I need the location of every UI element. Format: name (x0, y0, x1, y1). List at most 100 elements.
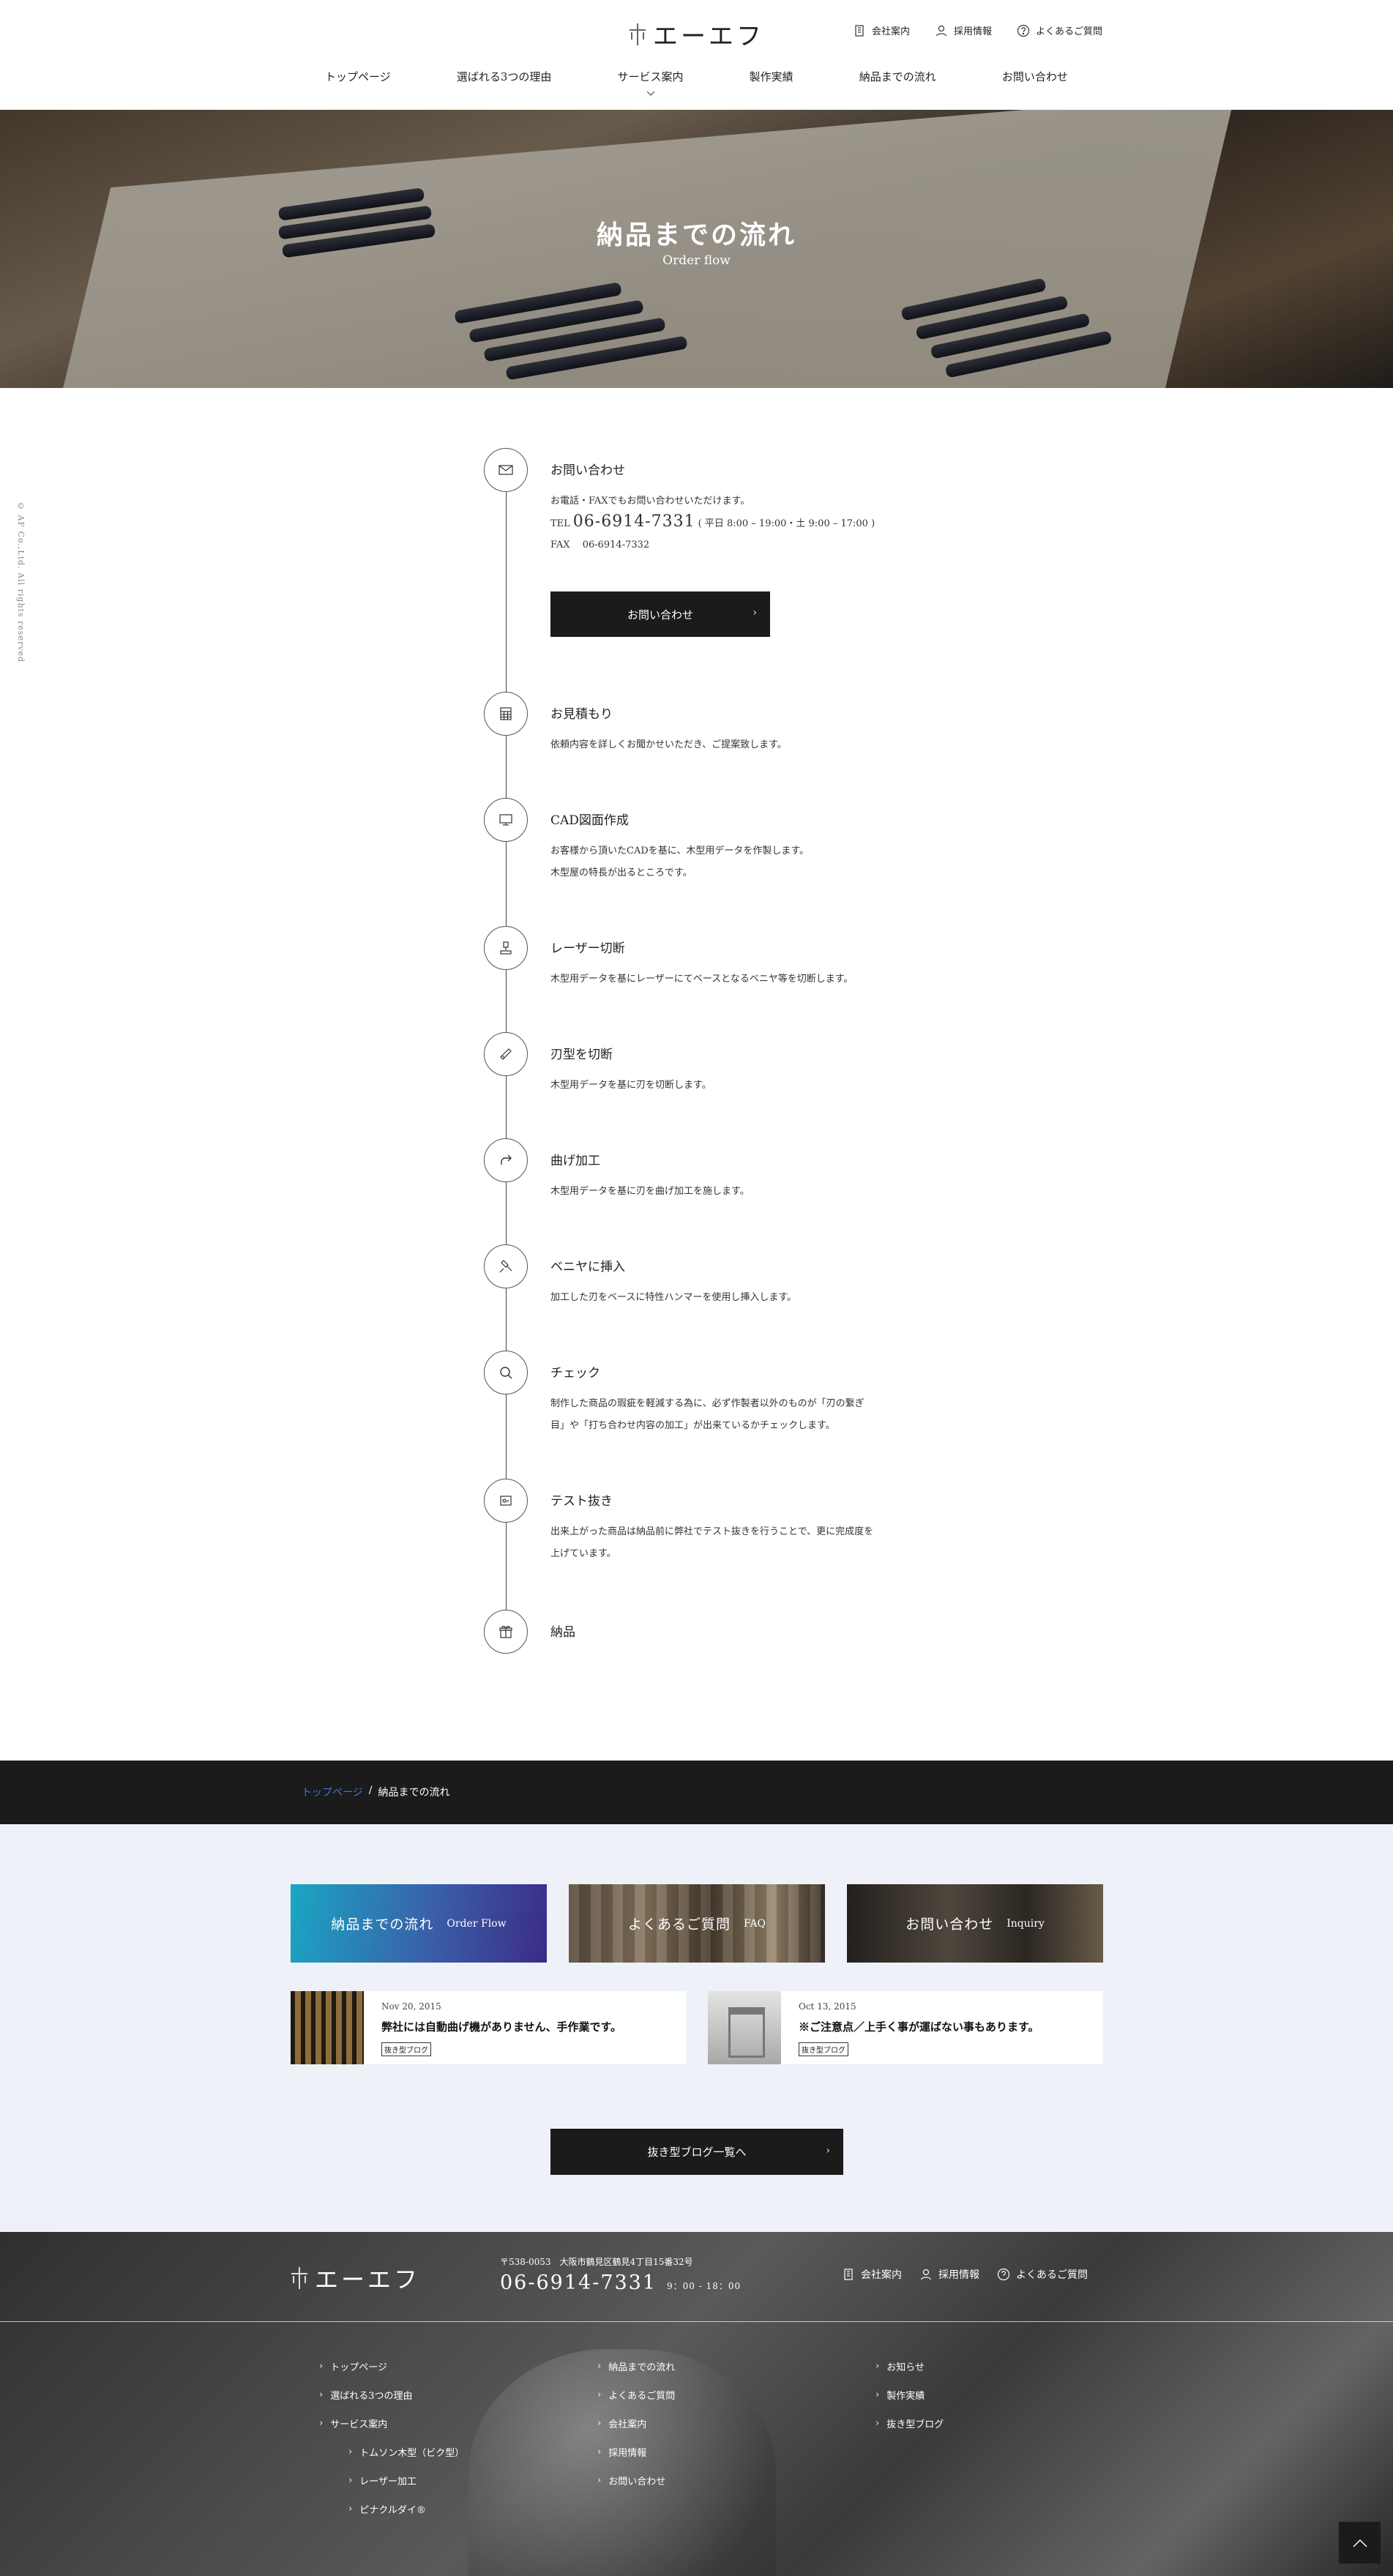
tel-row: TEL 06-6914-7331 ( 平日 8:00 – 19:00・土 9:0… (550, 512, 875, 534)
footer-hours: 9：00 - 18：00 (667, 2281, 742, 2291)
nav-item-contact[interactable]: お問い合わせ (999, 69, 1071, 84)
nav-item-reasons[interactable]: 選ばれる3つの理由 (454, 69, 555, 84)
step-description-line: 出来上がった商品は納品前に弊社でテスト抜きを行うことで、更に完成度を (550, 1526, 874, 1537)
util-link-label: よくあるご質問 (1036, 26, 1103, 37)
order-flow-timeline: お問い合わせ お電話・FAXでもお問い合わせいただけます。 TEL 06-691… (484, 448, 923, 1656)
footer-tel[interactable]: 06-6914-7331 (500, 2271, 657, 2294)
banner-links: 納品までの流れ Order Flow よくあるご質問 FAQ お問い合わせ In… (291, 1884, 1103, 1963)
step-title: お問い合わせ (550, 463, 625, 478)
chevron-right-icon: › (348, 2504, 353, 2515)
nav-item-order-flow[interactable]: 納品までの流れ (856, 69, 939, 84)
fax-label: FAX (550, 540, 570, 550)
page-top-button[interactable] (1339, 2522, 1381, 2564)
banner-inquiry[interactable]: お問い合わせ Inquiry (847, 1884, 1103, 1963)
step-description-line: 目」や「打ち合わせ内容の加工」が出来ているかチェックします。 (550, 1420, 835, 1431)
chevron-down-icon (646, 91, 654, 96)
chevron-right-icon: › (875, 2361, 880, 2372)
page-title: 納品までの流れ (596, 220, 796, 250)
footer-sublink[interactable]: › ピナクルダイ® (319, 2495, 464, 2523)
site-header: エーエフ 会社案内 採用情報 よくあるご質問 トップページ 選ばれる3つの理由 … (0, 0, 1393, 110)
util-link-faq[interactable]: よくあるご質問 (1017, 23, 1102, 37)
step-title: CAD図面作成 (550, 813, 629, 828)
site-logo[interactable]: エーエフ (628, 16, 764, 52)
post-category-tag[interactable]: 抜き型ブログ (381, 2042, 431, 2056)
footer-link[interactable]: › よくあるご質問 (597, 2381, 675, 2409)
step-description-line: 木型屋の特長が出るところです。 (550, 867, 692, 878)
tel-number[interactable]: 06-6914-7331 (573, 512, 695, 531)
step-title: お見積もり (550, 707, 613, 722)
step-description: 出来上がった商品は納品前に弊社でテスト抜きを行うことで、更に完成度を 上げていま… (550, 1521, 902, 1565)
related-section: 納品までの流れ Order Flow よくあるご質問 FAQ お問い合わせ In… (0, 1824, 1393, 2232)
blog-list-button-label: 抜き型ブログ一覧へ (647, 2146, 747, 2159)
breadcrumb: トップページ / 納品までの流れ (302, 1785, 449, 1799)
chevron-right-icon: › (319, 2361, 324, 2372)
magnifier-icon (500, 1367, 512, 1379)
footer-sublink[interactable]: › トムソン木型（ビク型） (319, 2438, 464, 2466)
footer-nav-col-1: › トップページ › 選ばれる3つの理由 › サービス案内 › トムソン木型（ビク型） … (319, 2352, 464, 2523)
step-description: 依頼内容を詳しくお聞かせいただき、ご提案致します。 (550, 739, 787, 750)
utility-nav: 会社案内 採用情報 よくあるご質問 (853, 23, 1102, 37)
tel-hours: ( 平日 8:00 – 19:00・土 9:00 – 17:00 ) (698, 518, 875, 529)
footer-logo[interactable]: エーエフ (290, 2261, 420, 2295)
fax-number: 06-6914-7332 (582, 540, 650, 550)
step-description: 木型用データを基にレーザーにてベースとなるベニヤ等を切断します。 (550, 974, 854, 985)
banner-title: 納品までの流れ (331, 1916, 434, 1933)
footer-link[interactable]: › お知らせ (875, 2352, 944, 2381)
chevron-right-icon: › (752, 607, 757, 619)
footer-link-faq[interactable]: よくあるご質問 (997, 2267, 1088, 2282)
footer-link-recruit[interactable]: 採用情報 (919, 2267, 979, 2282)
footer-link[interactable]: › 抜き型ブログ (875, 2409, 944, 2438)
banner-order-flow[interactable]: 納品までの流れ Order Flow (291, 1884, 547, 1963)
building-icon (844, 2269, 853, 2280)
blog-posts: Nov 20, 2015 弊社には自動曲げ機がありません、手作業です。 抜き型ブ… (291, 1991, 1103, 2064)
footer-link[interactable]: › お問い合わせ (597, 2466, 675, 2495)
banner-subtitle: FAQ (743, 1917, 766, 1930)
step-description-line: 制作した商品の瑕疵を軽減する為に、必ず作製者以外のものが「刃の繋ぎ (550, 1398, 864, 1409)
breadcrumb-home[interactable]: トップページ (302, 1785, 363, 1799)
blog-post-card[interactable]: Nov 20, 2015 弊社には自動曲げ機がありません、手作業です。 抜き型ブ… (291, 1991, 686, 2064)
tel-label: TEL (550, 518, 570, 529)
footer-nav-col-2: › 納品までの流れ › よくあるご質問 › 会社案内 › 採用情報 › お問い合わせ (597, 2352, 675, 2495)
blade-icon (500, 1048, 512, 1060)
gift-icon (499, 1626, 512, 1638)
chevron-right-icon: › (597, 2446, 602, 2457)
contact-button[interactable]: お問い合わせ › (550, 591, 770, 637)
step-title: 刃型を切断 (550, 1048, 613, 1062)
banner-title: よくあるご質問 (627, 1916, 731, 1933)
step-description: お客様から頂いたCADを基に、木型用データを作製します。 木型屋の特長が出るとこ… (550, 840, 902, 884)
footer-link[interactable]: › 選ばれる3つの理由 (319, 2381, 464, 2409)
util-link-label: 会社案内 (872, 26, 911, 37)
nav-item-works[interactable]: 製作実績 (747, 69, 796, 84)
footer-address: 〒538-0053 大阪市鶴見区鶴見4丁目15番32号 (500, 2257, 693, 2267)
blog-post-card[interactable]: Oct 13, 2015 ※ご注意点／上手く事が運ばない事もあります。 抜き型ブ… (708, 1991, 1103, 2064)
util-link-recruit[interactable]: 採用情報 (935, 23, 992, 37)
nav-item-top[interactable]: トップページ (322, 69, 394, 84)
chevron-right-icon: › (597, 2418, 602, 2429)
banner-subtitle: Inquiry (1007, 1917, 1045, 1930)
step-description: 制作した商品の瑕疵を軽減する為に、必ず作製者以外のものが「刃の繋ぎ 目」や「打ち… (550, 1393, 902, 1437)
footer-link[interactable]: › サービス案内 (319, 2409, 464, 2438)
side-copyright: © AF Co.,Ltd. All rights reserved (16, 501, 26, 663)
step-title: 納品 (550, 1625, 575, 1640)
footer-link[interactable]: › 製作実績 (875, 2381, 944, 2409)
footer-link-company[interactable]: 会社案内 (842, 2267, 902, 2282)
footer-link[interactable]: › 会社案内 (597, 2409, 675, 2438)
breadcrumb-separator: / (368, 1785, 373, 1796)
nav-item-services[interactable]: サービス案内 (615, 69, 687, 96)
footer-link[interactable]: › 採用情報 (597, 2438, 675, 2466)
logo-text: エーエフ (653, 22, 764, 51)
main-nav: トップページ 選ばれる3つの理由 サービス案内 製作実績 納品までの流れ お問い… (322, 69, 1071, 96)
footer-link[interactable]: › 納品までの流れ (597, 2352, 675, 2381)
footer-sublink[interactable]: › レーザー加工 (319, 2466, 464, 2495)
blog-list-button[interactable]: 抜き型ブログ一覧へ › (550, 2129, 843, 2175)
chevron-right-icon: › (319, 2389, 324, 2400)
footer-link[interactable]: › トップページ (319, 2352, 464, 2381)
util-link-company[interactable]: 会社案内 (853, 23, 910, 37)
util-link-label: 採用情報 (954, 26, 993, 37)
chevron-right-icon: › (348, 2446, 353, 2457)
footer-util-label: 採用情報 (938, 2269, 979, 2281)
chevron-right-icon: › (875, 2418, 880, 2429)
step-title: 曲げ加工 (550, 1154, 600, 1168)
post-category-tag[interactable]: 抜き型ブログ (799, 2042, 848, 2056)
banner-faq[interactable]: よくあるご質問 FAQ (569, 1884, 825, 1963)
